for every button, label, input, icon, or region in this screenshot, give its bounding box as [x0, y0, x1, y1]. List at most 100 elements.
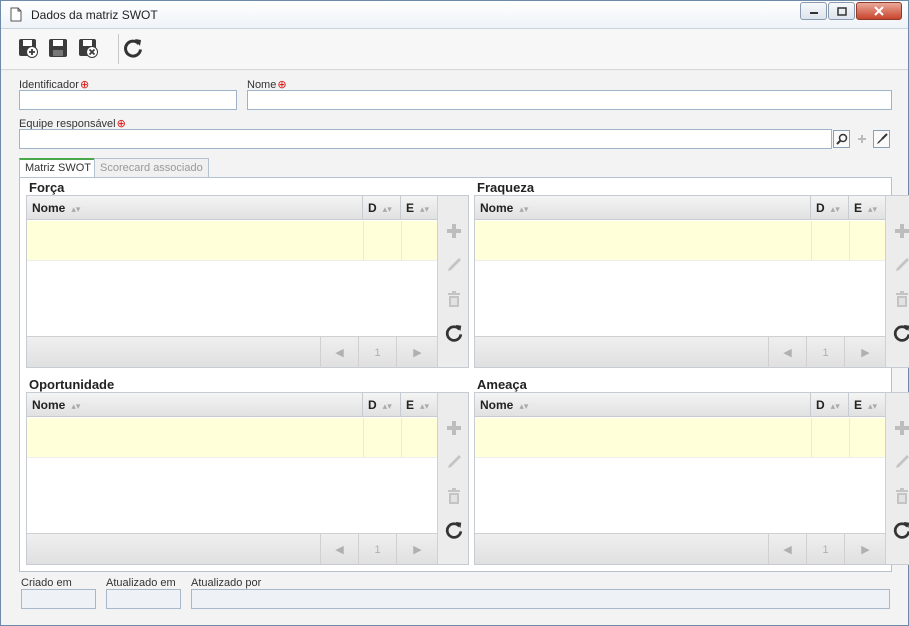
table-row[interactable] — [475, 221, 886, 261]
pencil-icon — [448, 455, 461, 468]
sort-icon: ▴▾ — [868, 204, 878, 214]
next-page-button[interactable]: ▶ — [844, 337, 886, 368]
close-button[interactable] — [856, 2, 902, 20]
next-page-button[interactable]: ▶ — [844, 534, 886, 565]
page-number: 1 — [806, 337, 844, 368]
window-controls — [799, 2, 902, 20]
add-button[interactable] — [443, 417, 465, 439]
grid-actions — [437, 393, 468, 564]
plus-icon — [447, 224, 461, 238]
save-and-close-button[interactable] — [76, 36, 100, 60]
table-row[interactable] — [27, 418, 438, 458]
add-button[interactable] — [443, 220, 465, 242]
minimize-button[interactable] — [800, 2, 827, 20]
column-header-nome[interactable]: Nome ▴▾ — [27, 393, 363, 417]
column-header-nome[interactable]: Nome ▴▾ — [475, 393, 811, 417]
prev-page-button[interactable]: ◀ — [320, 337, 358, 368]
refresh-grid-button[interactable] — [891, 519, 909, 541]
column-label: Nome — [480, 201, 514, 215]
column-header-e[interactable]: E ▴▾ — [401, 393, 438, 417]
table-row[interactable] — [475, 418, 886, 458]
column-label: Nome — [32, 201, 66, 215]
identificador-input[interactable] — [19, 90, 237, 110]
save-and-new-button[interactable] — [16, 36, 40, 60]
prev-page-button[interactable]: ◀ — [768, 337, 806, 368]
atualizado-por-label: Atualizado por — [191, 577, 262, 589]
column-header-nome[interactable]: Nome ▴▾ — [475, 196, 811, 220]
delete-button[interactable] — [891, 485, 909, 507]
trash-icon — [448, 488, 460, 504]
plus-icon — [895, 421, 909, 435]
maximize-icon — [836, 6, 847, 16]
column-header-e[interactable]: E ▴▾ — [401, 196, 438, 220]
criado-em-label: Criado em — [21, 577, 72, 589]
sort-icon: ▴▾ — [71, 204, 81, 214]
window-title: Dados da matriz SWOT — [31, 8, 158, 22]
refresh-grid-button[interactable] — [891, 322, 909, 344]
equipe-add-button[interactable] — [853, 130, 870, 148]
row-divider — [363, 221, 364, 261]
delete-button[interactable] — [891, 288, 909, 310]
tab-scorecard-associado[interactable]: Scorecard associado — [94, 158, 209, 178]
equipe-search-button[interactable] — [833, 130, 850, 148]
delete-button[interactable] — [443, 485, 465, 507]
row-divider — [849, 221, 850, 261]
plus-icon — [895, 224, 909, 238]
toolbar-separator — [118, 34, 119, 64]
refresh-icon — [893, 324, 909, 342]
column-label: E — [854, 201, 863, 215]
column-header-nome[interactable]: Nome ▴▾ — [27, 196, 363, 220]
grid-actions — [437, 196, 468, 367]
sort-icon: ▴▾ — [830, 401, 840, 411]
chevron-right-icon: ▶ — [413, 544, 422, 556]
sort-icon: ▴▾ — [519, 401, 529, 411]
column-header-d[interactable]: D ▴▾ — [811, 393, 849, 417]
refresh-grid-button[interactable] — [443, 322, 465, 344]
pencil-icon — [448, 258, 461, 271]
column-header-d[interactable]: D ▴▾ — [363, 393, 401, 417]
refresh-icon — [124, 39, 142, 58]
trash-icon — [896, 291, 908, 307]
tab-matriz-swot[interactable]: Matriz SWOT — [19, 158, 97, 179]
chevron-right-icon: ▶ — [861, 544, 870, 556]
close-icon — [874, 6, 884, 16]
delete-button[interactable] — [443, 288, 465, 310]
minimize-icon — [809, 12, 818, 14]
add-button[interactable] — [891, 220, 909, 242]
refresh-grid-button[interactable] — [443, 519, 465, 541]
column-header-d[interactable]: D ▴▾ — [811, 196, 849, 220]
refresh-button[interactable] — [121, 36, 145, 60]
equipe-clear-button[interactable] — [873, 130, 890, 148]
column-label: D — [816, 201, 825, 215]
column-header-e[interactable]: E ▴▾ — [849, 196, 886, 220]
prev-page-button[interactable]: ◀ — [320, 534, 358, 565]
row-divider — [811, 221, 812, 261]
pencil-icon — [896, 258, 909, 271]
edit-button[interactable] — [443, 451, 465, 473]
column-header-d[interactable]: D ▴▾ — [363, 196, 401, 220]
next-page-button[interactable]: ▶ — [396, 337, 438, 368]
title-bar: Dados da matriz SWOT — [1, 1, 908, 29]
grid-header: Nome ▴▾ D ▴▾ E ▴▾ — [475, 393, 886, 417]
grid-pager: ◀ 1 ▶ — [475, 336, 886, 368]
save-button[interactable] — [46, 36, 70, 60]
prev-page-button[interactable]: ◀ — [768, 534, 806, 565]
sort-icon: ▴▾ — [420, 204, 430, 214]
maximize-button[interactable] — [828, 2, 855, 20]
column-header-e[interactable]: E ▴▾ — [849, 393, 886, 417]
add-button[interactable] — [891, 417, 909, 439]
atualizado-em-field — [106, 589, 181, 609]
next-page-button[interactable]: ▶ — [396, 534, 438, 565]
dialog-window: Dados da matriz SWOT Identificador⊕ Nome… — [0, 0, 909, 626]
equipe-input[interactable] — [19, 129, 832, 149]
nome-input[interactable] — [247, 90, 892, 110]
refresh-icon — [445, 324, 463, 342]
refresh-icon — [893, 521, 909, 539]
edit-button[interactable] — [443, 254, 465, 276]
quadrant-title: Força — [29, 180, 65, 195]
page-number: 1 — [806, 534, 844, 565]
criado-em-field — [21, 589, 96, 609]
edit-button[interactable] — [891, 451, 909, 473]
table-row[interactable] — [27, 221, 438, 261]
edit-button[interactable] — [891, 254, 909, 276]
